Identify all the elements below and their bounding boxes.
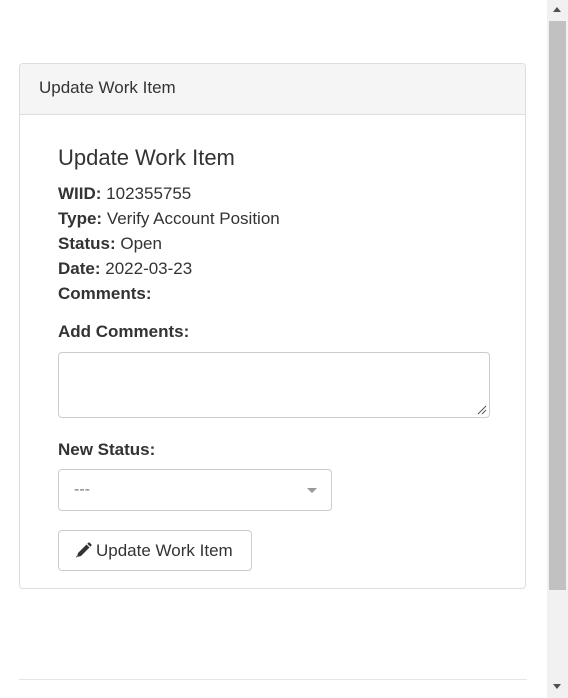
panel-heading: Update Work Item: [20, 64, 525, 115]
new-status-label: New Status:: [58, 440, 156, 459]
add-comments-textarea[interactable]: [58, 352, 490, 418]
date-row: Date: 2022-03-23: [58, 259, 192, 279]
add-comments-label: Add Comments:: [58, 322, 190, 341]
page-viewport: Update Work Item Update Work Item WIID: …: [0, 0, 547, 698]
pencil-icon: [75, 542, 92, 559]
type-value: Verify Account Position: [106, 209, 280, 228]
type-label: Type:: [58, 209, 103, 228]
update-work-item-button[interactable]: Update Work Item: [58, 530, 252, 571]
date-label: Date:: [58, 259, 101, 278]
update-work-item-button-label: Update Work Item: [96, 540, 233, 560]
panel-heading-text: Update Work Item: [39, 78, 176, 97]
vertical-scrollbar[interactable]: [547, 0, 568, 698]
section-title: Update Work Item: [58, 145, 235, 170]
date-value: 2022-03-23: [105, 259, 193, 278]
update-work-item-panel: Update Work Item Update Work Item WIID: …: [19, 63, 526, 589]
new-status-selected-value: ---: [74, 481, 90, 498]
footer-divider: [19, 679, 527, 680]
wiid-value: 102355755: [106, 184, 192, 203]
scroll-up-arrow-icon[interactable]: [553, 7, 561, 12]
type-row: Type: Verify Account Position: [58, 209, 280, 229]
wiid-row: WIID: 102355755: [58, 184, 191, 204]
new-status-select[interactable]: ---: [58, 469, 332, 511]
status-value: Open: [120, 234, 162, 253]
wiid-label: WIID:: [58, 184, 102, 203]
comments-label: Comments:: [58, 284, 152, 303]
comments-row: Comments:: [58, 284, 152, 304]
resize-grip-icon[interactable]: [476, 404, 487, 415]
status-label: Status:: [58, 234, 116, 253]
scroll-down-arrow-icon[interactable]: [553, 684, 561, 689]
status-row: Status: Open: [58, 234, 162, 254]
chevron-down-icon: [307, 488, 317, 493]
scrollbar-thumb[interactable]: [549, 21, 566, 590]
